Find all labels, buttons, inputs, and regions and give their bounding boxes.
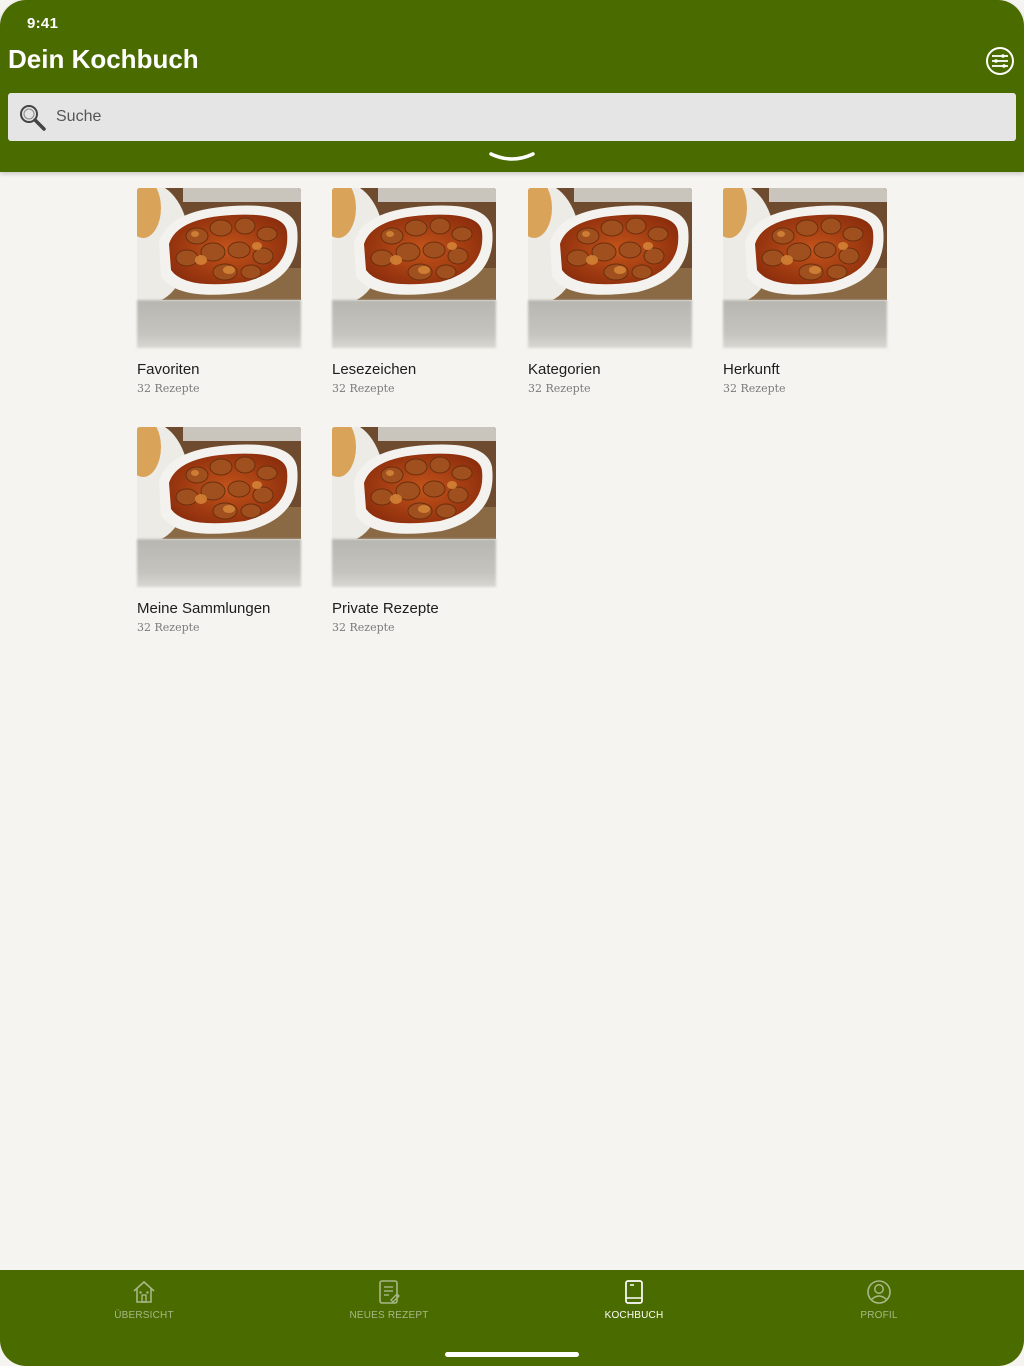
tab-neues-rezept[interactable]: NEUES REZEPT [289, 1270, 489, 1330]
tab-bar: ÜBERSICHT NEUES REZEPT KOCHBUCH PROFIL [0, 1270, 1024, 1366]
tab-label: KOCHBUCH [604, 1310, 664, 1321]
image-shadow [137, 539, 301, 587]
collection-count: 32 Rezepte [723, 382, 786, 395]
collection-card[interactable]: Private Rezepte 32 Rezepte [332, 427, 496, 647]
chevron-down-icon [489, 152, 535, 161]
tab-label: ÜBERSICHT [114, 1310, 174, 1321]
search-icon [20, 105, 46, 131]
search-input[interactable] [56, 93, 996, 141]
recipe-note-icon [379, 1280, 400, 1304]
collection-count: 32 Rezepte [332, 621, 395, 634]
recipe-photo [723, 188, 887, 300]
tab-profil[interactable]: PROFIL [779, 1270, 979, 1330]
collection-title: Favoriten [137, 361, 200, 378]
recipe-photo [332, 427, 496, 539]
collection-image [332, 427, 496, 539]
home-icon [133, 1280, 155, 1303]
image-shadow [332, 300, 496, 348]
collection-card[interactable]: Favoriten 32 Rezepte [137, 188, 301, 408]
collection-image [528, 188, 692, 300]
collection-image [332, 188, 496, 300]
collection-card[interactable]: Lesezeichen 32 Rezepte [332, 188, 496, 408]
image-shadow [723, 300, 887, 348]
collection-image [137, 427, 301, 539]
collection-count: 32 Rezepte [137, 382, 200, 395]
collection-image [137, 188, 301, 300]
tab-uebersicht[interactable]: ÜBERSICHT [44, 1270, 244, 1330]
recipe-photo [528, 188, 692, 300]
profile-icon [867, 1280, 891, 1304]
expand-header-button[interactable] [488, 150, 536, 164]
tab-label: PROFIL [860, 1310, 898, 1321]
book-icon [625, 1280, 643, 1304]
page-title: Dein Kochbuch [8, 44, 199, 74]
tab-kochbuch[interactable]: KOCHBUCH [534, 1270, 734, 1330]
app-header: 9:41 Dein Kochbuch [0, 0, 1024, 172]
recipe-photo [137, 188, 301, 300]
collection-title: Kategorien [528, 361, 601, 378]
collection-title: Herkunft [723, 361, 780, 378]
status-time: 9:41 [27, 15, 59, 32]
search-bar [8, 93, 1016, 141]
sliders-icon [986, 47, 1014, 75]
collection-title: Lesezeichen [332, 361, 417, 378]
collection-card[interactable]: Meine Sammlungen 32 Rezepte [137, 427, 301, 647]
collection-count: 32 Rezepte [332, 382, 395, 395]
collection-count: 32 Rezepte [528, 382, 591, 395]
collection-count: 32 Rezepte [137, 621, 200, 634]
tab-label: NEUES REZEPT [349, 1310, 429, 1321]
home-indicator [445, 1352, 579, 1357]
image-shadow [332, 539, 496, 587]
collection-card[interactable]: Herkunft 32 Rezepte [723, 188, 887, 408]
image-shadow [528, 300, 692, 348]
collection-image [723, 188, 887, 300]
recipe-photo [137, 427, 301, 539]
collection-card[interactable]: Kategorien 32 Rezepte [528, 188, 692, 408]
image-shadow [137, 300, 301, 348]
filter-button[interactable] [985, 46, 1015, 76]
collection-title: Meine Sammlungen [137, 600, 271, 617]
recipe-photo [332, 188, 496, 300]
collection-title: Private Rezepte [332, 600, 439, 617]
collection-grid: Favoriten 32 Rezepte Lesezeichen 32 Rezept… [137, 188, 897, 648]
